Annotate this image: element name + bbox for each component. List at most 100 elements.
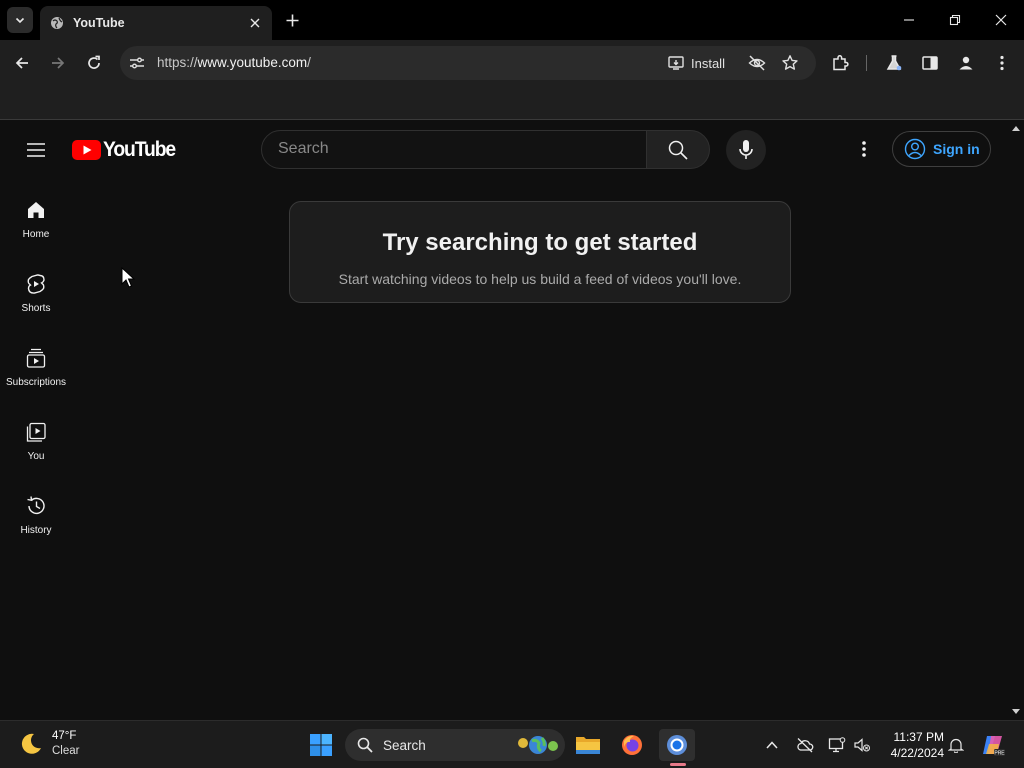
puzzle-icon xyxy=(833,54,849,71)
address-bar[interactable]: https://www.youtube.com/ Install xyxy=(120,46,816,80)
close-icon xyxy=(250,18,260,28)
microphone-icon xyxy=(739,140,753,159)
forward-button[interactable] xyxy=(46,51,70,75)
speaker-muted-icon xyxy=(854,738,870,752)
voice-search-button[interactable] xyxy=(726,130,766,170)
youtube-logo[interactable]: YouTube xyxy=(72,138,181,162)
guide-item-you[interactable]: You xyxy=(0,420,72,494)
search-input[interactable]: Search xyxy=(261,130,647,169)
mouse-cursor-icon xyxy=(121,267,135,288)
home-icon xyxy=(24,198,48,222)
tray-overflow-button[interactable] xyxy=(762,735,782,755)
guide-label: You xyxy=(27,451,45,462)
tab-close-button[interactable] xyxy=(246,14,264,32)
minimize-icon xyxy=(904,19,914,21)
more-vertical-icon xyxy=(862,141,866,157)
close-icon xyxy=(995,14,1007,26)
guide-item-home[interactable]: Home xyxy=(0,198,72,272)
star-icon[interactable] xyxy=(781,54,799,72)
arrow-right-icon xyxy=(52,57,65,69)
account-circle-icon xyxy=(904,138,926,160)
new-tab-button[interactable] xyxy=(282,10,302,30)
close-window-button[interactable] xyxy=(991,10,1011,30)
taskbar-firefox[interactable] xyxy=(614,729,650,761)
site-info-icon[interactable] xyxy=(128,54,146,72)
bookmarks-bar xyxy=(0,86,1024,120)
sign-in-button[interactable]: Sign in xyxy=(892,131,991,167)
guide-label: Shorts xyxy=(21,303,51,314)
install-label: Install xyxy=(691,55,725,71)
search-placeholder: Search xyxy=(278,140,329,157)
tab-search-button[interactable] xyxy=(7,7,33,33)
scroll-down-arrow-icon[interactable] xyxy=(1011,708,1021,716)
settings-more-button[interactable] xyxy=(852,137,876,161)
labs-button[interactable] xyxy=(883,52,905,74)
active-app-indicator xyxy=(670,763,686,766)
taskbar-chrome[interactable] xyxy=(659,729,695,761)
hamburger-menu-icon[interactable] xyxy=(24,138,48,162)
search-icon xyxy=(357,737,373,753)
weather-condition: Clear xyxy=(52,745,80,757)
taskbar-search-label: Search xyxy=(383,737,426,753)
guide-item-subscriptions[interactable]: Subscriptions xyxy=(0,346,72,420)
arrow-left-icon xyxy=(15,57,28,69)
flask-icon xyxy=(886,55,902,71)
toolbar-separator xyxy=(866,55,867,71)
system-clock[interactable]: 11:37 PM 4/22/2024 xyxy=(880,729,944,761)
subscriptions-icon xyxy=(24,346,48,370)
profile-button[interactable] xyxy=(955,52,977,74)
install-app-button[interactable]: Install xyxy=(668,53,725,73)
minimize-button[interactable] xyxy=(899,10,919,30)
restore-icon xyxy=(949,14,961,26)
person-icon xyxy=(959,56,973,70)
cloud-off-icon xyxy=(797,738,814,753)
tray-notifications[interactable] xyxy=(946,735,966,755)
guide-label: Subscriptions xyxy=(5,377,67,388)
search-button[interactable] xyxy=(646,130,710,169)
tab-title: YouTube xyxy=(73,16,125,30)
back-button[interactable] xyxy=(10,51,34,75)
promo-body: Start watching videos to help us build a… xyxy=(338,271,742,287)
clock-time: 11:37 PM xyxy=(893,730,944,744)
reload-icon xyxy=(88,55,100,69)
taskbar-search-box[interactable]: Search xyxy=(345,729,565,761)
guide-item-history[interactable]: History xyxy=(0,494,72,568)
weather-widget[interactable]: 47°F Clear xyxy=(18,729,79,759)
guide-item-shorts[interactable]: Shorts xyxy=(0,272,72,346)
reload-button[interactable] xyxy=(82,51,106,75)
firefox-icon xyxy=(622,735,642,755)
url-host: www.youtube.com xyxy=(197,55,308,70)
clock-date: 4/22/2024 xyxy=(890,746,944,760)
url-text[interactable]: https://www.youtube.com/ xyxy=(157,55,311,70)
tray-onedrive[interactable] xyxy=(795,735,815,755)
search-icon xyxy=(668,140,688,160)
tray-volume[interactable] xyxy=(852,735,872,755)
youtube-play-icon xyxy=(72,140,101,160)
side-panel-button[interactable] xyxy=(919,52,941,74)
folder-icon xyxy=(576,737,600,754)
url-path: / xyxy=(307,55,311,70)
chevron-down-icon xyxy=(15,17,25,24)
scroll-up-arrow-icon[interactable] xyxy=(1011,124,1021,132)
tab-youtube[interactable]: YouTube xyxy=(40,6,272,40)
you-icon xyxy=(24,420,48,444)
side-panel-icon xyxy=(922,56,938,70)
taskbar-file-explorer[interactable] xyxy=(570,729,606,761)
svg-text:PRE: PRE xyxy=(994,751,1005,757)
windows-start-icon[interactable] xyxy=(309,733,333,757)
tray-display[interactable] xyxy=(827,735,847,755)
feed-nudge-card: Try searching to get started Start watch… xyxy=(289,201,791,303)
extensions-button[interactable] xyxy=(829,52,851,74)
globe-icon xyxy=(51,17,63,29)
plus-icon xyxy=(286,14,298,26)
youtube-logo-text: YouTube xyxy=(103,138,176,161)
browser-menu-button[interactable] xyxy=(991,52,1013,74)
youtube-page: YouTube Search Sign in Home Shorts Subsc… xyxy=(0,120,1024,720)
guide-label: History xyxy=(20,525,52,536)
restore-button[interactable] xyxy=(945,10,965,30)
monitor-icon xyxy=(828,737,846,753)
search-highlight-icon xyxy=(518,736,558,754)
tray-copilot[interactable]: PRE xyxy=(980,732,1006,758)
shorts-icon xyxy=(24,272,48,296)
eye-off-icon[interactable] xyxy=(748,54,766,72)
